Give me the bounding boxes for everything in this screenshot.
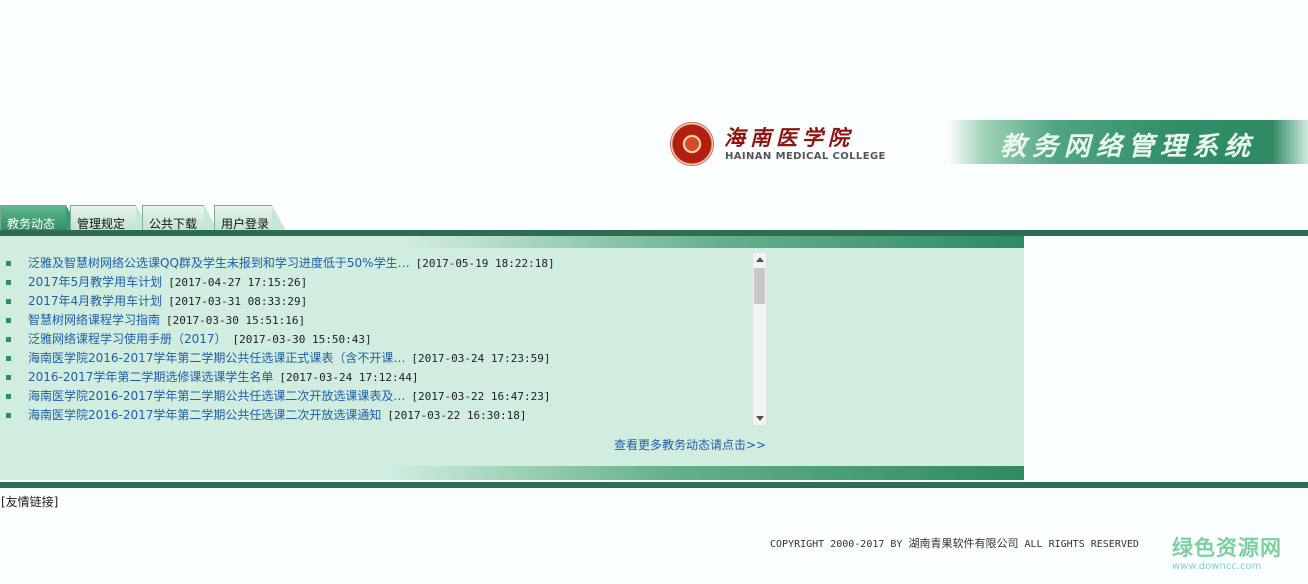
news-list: 泛雅及智慧树网络公选课QQ群及学生未报到和学习进度低于50%学生… [2017-0…: [4, 254, 752, 426]
college-seal-icon: [670, 122, 714, 166]
copyright-company: 湖南青果软件有限公司: [908, 537, 1019, 550]
system-banner: 教务网络管理系统: [948, 120, 1308, 164]
list-item: 泛雅及智慧树网络公选课QQ群及学生未报到和学习进度低于50%学生… [2017-0…: [4, 254, 752, 273]
tab-news[interactable]: 教务动态: [0, 205, 80, 231]
more-news-link[interactable]: 查看更多教务动态请点击>>: [614, 436, 766, 453]
bullet-icon: [6, 356, 11, 361]
list-item: 2017年4月教学用车计划 [2017-03-31 08:33:29]: [4, 292, 752, 311]
bullet-icon: [6, 413, 11, 418]
college-name-cn: 海南医学院: [724, 125, 854, 150]
news-date: [2017-03-30 15:51:16]: [166, 314, 306, 327]
list-item: 泛雅网络课程学习使用手册（2017） [2017-03-30 15:50:43]: [4, 330, 752, 349]
bullet-icon: [6, 261, 11, 266]
watermark-url: www.downcc.com: [1172, 561, 1262, 572]
bullet-icon: [6, 394, 11, 399]
college-logo: 海南医学院 HAINAN MEDICAL COLLEGE: [670, 120, 885, 168]
watermark-cn: 绿色资源网: [1172, 536, 1282, 560]
news-date: [2017-03-30 15:50:43]: [232, 333, 372, 346]
panel-top-border: [0, 236, 1024, 248]
news-title-link[interactable]: 泛雅及智慧树网络公选课QQ群及学生未报到和学习进度低于50%学生…: [28, 256, 410, 270]
watermark: 绿色资源网 www.downcc.com: [1172, 532, 1292, 572]
news-title-link[interactable]: 泛雅网络课程学习使用手册（2017）: [28, 332, 227, 346]
list-item: 海南医学院2016-2017学年第二学期公共任选课二次开放选课课表及… [2017…: [4, 387, 752, 406]
system-title: 教务网络管理系统: [1000, 132, 1257, 162]
news-title-link[interactable]: 海南医学院2016-2017学年第二学期公共任选课二次开放选课课表及…: [28, 389, 405, 403]
tab-downloads[interactable]: 公共下载: [142, 205, 218, 231]
news-date: [2017-03-31 08:33:29]: [168, 295, 308, 308]
bullet-icon: [6, 280, 11, 285]
copyright-suffix: ALL RIGHTS RESERVED: [1024, 539, 1139, 550]
bullet-icon: [6, 318, 11, 323]
news-title-link[interactable]: 海南医学院2016-2017学年第二学期公共任选课正式课表（含不开课…: [28, 351, 405, 365]
news-date: [2017-03-24 17:23:59]: [411, 352, 551, 365]
scroll-thumb[interactable]: [754, 268, 765, 304]
copyright-prefix: COPYRIGHT 2000-2017 BY: [770, 539, 903, 550]
news-date: [2017-04-27 17:15:26]: [168, 276, 308, 289]
list-item: 海南医学院2016-2017学年第二学期公共任选课二次开放选课通知 [2017-0…: [4, 406, 752, 425]
scroll-down-arrow-icon[interactable]: [756, 416, 764, 421]
panel-bottom-border: [0, 466, 1024, 480]
list-item: 智慧树网络课程学习指南 [2017-03-30 15:51:16]: [4, 311, 752, 330]
scroll-up-arrow-icon[interactable]: [756, 257, 764, 262]
list-item: 海南医学院2016-2017学年第二学期公共任选课正式课表（含不开课… [2017…: [4, 349, 752, 368]
list-item: 2016-2017学年第二学期选修课选课学生名单 [2017-03-24 17:1…: [4, 368, 752, 387]
news-title-link[interactable]: 2017年5月教学用车计划: [28, 275, 162, 289]
news-title-link[interactable]: 海南医学院2016-2017学年第二学期公共任选课二次开放选课通知: [28, 408, 381, 422]
news-title-link[interactable]: 2017年4月教学用车计划: [28, 294, 162, 308]
bottom-divider: [0, 482, 1308, 488]
news-date: [2017-03-22 16:30:18]: [387, 409, 527, 422]
tab-bar: 教务动态 管理规定 公共下载 用户登录: [0, 205, 300, 231]
news-date: [2017-03-24 17:12:44]: [279, 371, 419, 384]
tab-regulations[interactable]: 管理规定: [70, 205, 150, 231]
bullet-icon: [6, 299, 11, 304]
news-date: [2017-03-22 16:47:23]: [411, 390, 551, 403]
friend-links-label: [友情链接]: [1, 495, 59, 509]
college-name-en: HAINAN MEDICAL COLLEGE: [725, 151, 886, 162]
news-title-link[interactable]: 2016-2017学年第二学期选修课选课学生名单: [28, 370, 273, 384]
bullet-icon: [6, 375, 11, 380]
tab-login[interactable]: 用户登录: [214, 205, 286, 231]
news-title-link[interactable]: 智慧树网络课程学习指南: [28, 313, 160, 327]
copyright: COPYRIGHT 2000-2017 BY 湖南青果软件有限公司 ALL RI…: [770, 535, 1139, 551]
news-date: [2017-05-19 18:22:18]: [415, 257, 555, 270]
news-scrollbar[interactable]: [752, 252, 767, 426]
bullet-icon: [6, 337, 11, 342]
list-item: 2017年5月教学用车计划 [2017-04-27 17:15:26]: [4, 273, 752, 292]
